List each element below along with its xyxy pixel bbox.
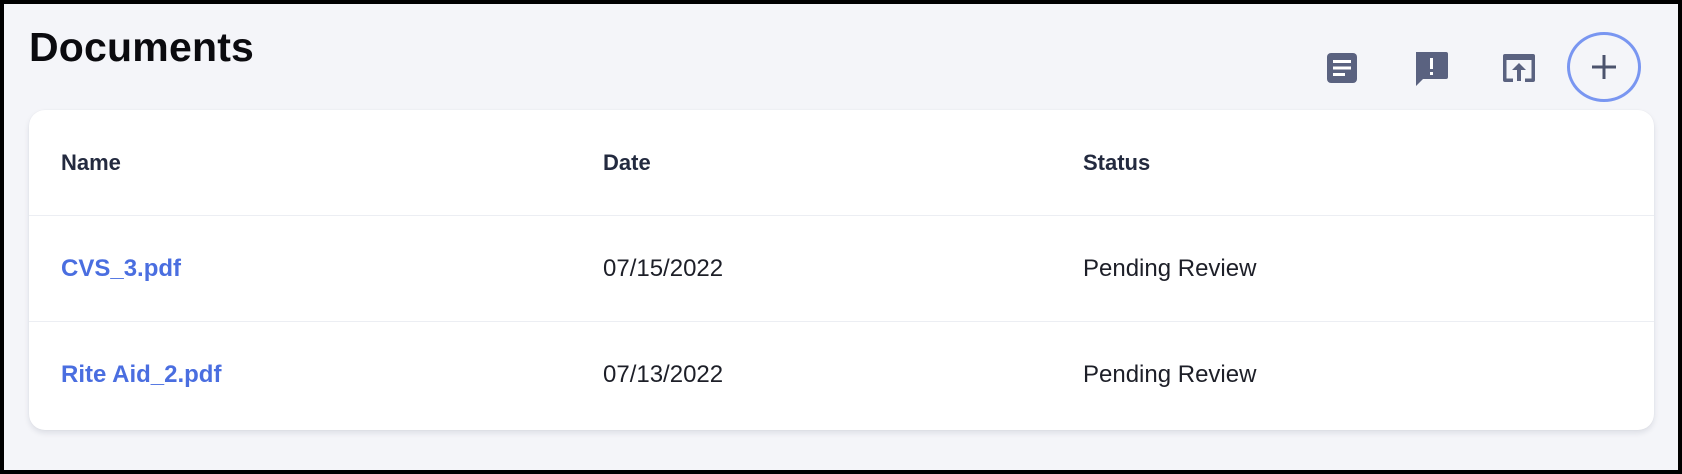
notes-icon (1327, 53, 1357, 83)
column-header-name: Name (61, 149, 121, 175)
feedback-button[interactable] (1404, 41, 1458, 95)
document-link[interactable]: CVS_3.pdf (61, 255, 181, 283)
table-row: Rite Aid_2.pdf 07/13/2022 Pending Review (29, 322, 1654, 428)
notes-button[interactable] (1315, 41, 1369, 95)
table-header: Name Date Status (29, 110, 1654, 216)
feedback-icon (1416, 52, 1448, 86)
add-document-button[interactable] (1567, 32, 1641, 102)
open-external-button[interactable] (1492, 41, 1546, 95)
table-row: CVS_3.pdf 07/15/2022 Pending Review (29, 216, 1654, 322)
status-cell: Pending Review (1083, 254, 1257, 282)
date-cell: 07/13/2022 (603, 361, 724, 388)
document-link[interactable]: Rite Aid_2.pdf (61, 361, 221, 389)
status-cell: Pending Review (1083, 361, 1257, 388)
open-in-new-icon (1503, 54, 1535, 82)
page-title: Documents (29, 24, 255, 70)
column-header-date: Date (603, 149, 651, 175)
documents-panel: Documents Name Date Status CVS_3.pdf 07/… (4, 4, 1678, 470)
column-header-status: Status (1083, 149, 1151, 175)
documents-table: Name Date Status CVS_3.pdf 07/15/2022 Pe… (29, 110, 1654, 430)
date-cell: 07/15/2022 (603, 254, 724, 282)
name-cell: Rite Aid_2.pdf (61, 322, 221, 428)
name-cell: CVS_3.pdf (61, 216, 181, 321)
plus-icon (1592, 55, 1616, 79)
